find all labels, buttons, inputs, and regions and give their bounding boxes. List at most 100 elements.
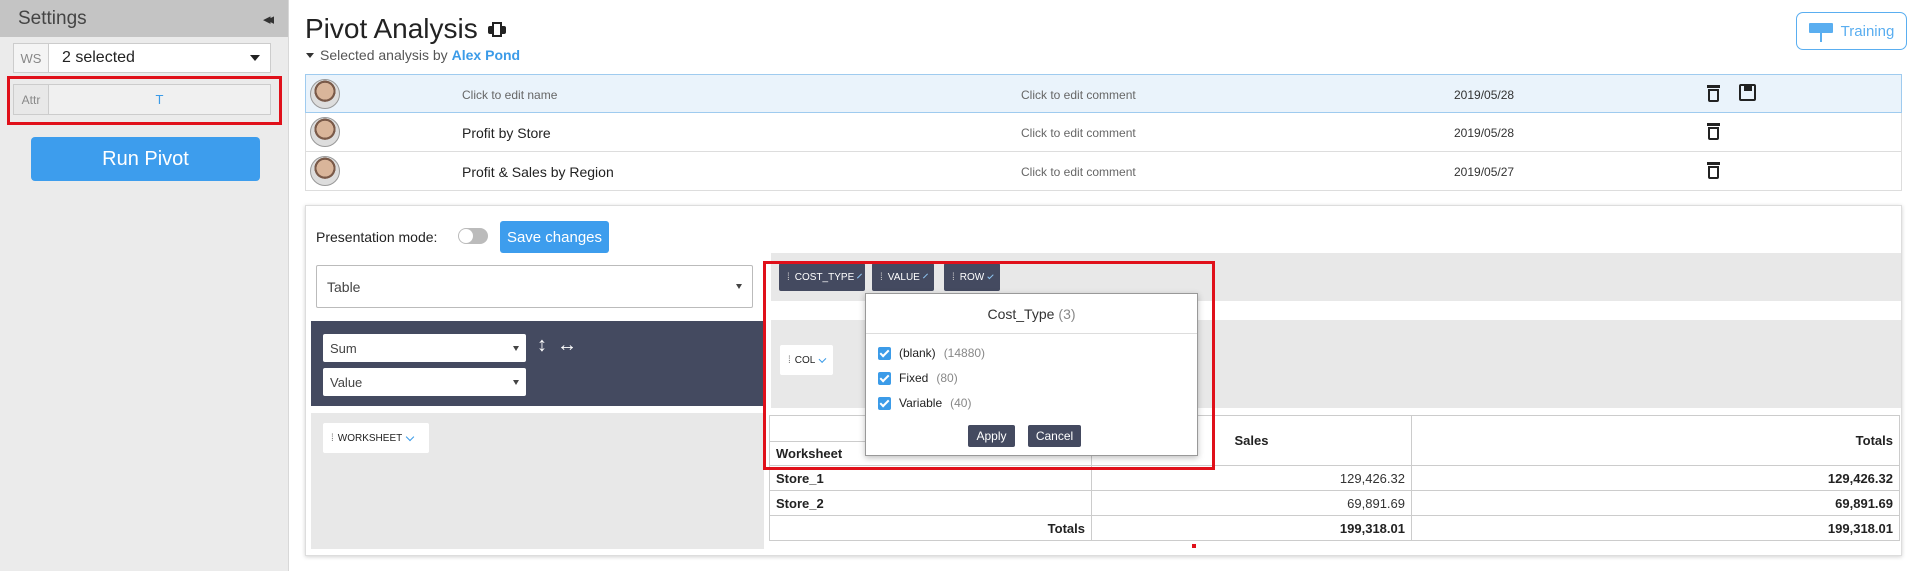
analysis-name[interactable]: Click to edit name <box>462 88 557 102</box>
aggregator-field-value: Value <box>330 374 363 390</box>
apply-button[interactable]: Apply <box>968 425 1015 447</box>
analysis-row[interactable]: Profit & Sales by Region Click to edit c… <box>305 152 1902 191</box>
checkbox-checked-icon[interactable] <box>878 346 891 360</box>
drag-handle-icon[interactable]: ⁞ <box>331 433 334 444</box>
row-sort-icon[interactable]: ↕ <box>537 334 547 357</box>
analysis-date: 2019/05/28 <box>1454 126 1515 140</box>
aggregator-field-select[interactable]: Value <box>323 368 526 396</box>
totals-value: 199,318.01 <box>1091 515 1412 541</box>
field-pill-row[interactable]: ⁞ ROW <box>944 263 1000 291</box>
trash-icon[interactable] <box>1707 123 1720 140</box>
drag-handle-icon[interactable]: ⁞ <box>788 355 791 366</box>
cancel-button[interactable]: Cancel <box>1028 425 1081 447</box>
page-title-text: Pivot Analysis <box>305 13 478 44</box>
cell-value: 129,426.32 <box>1091 465 1412 491</box>
easel-icon <box>1808 20 1833 42</box>
trash-icon[interactable] <box>1707 85 1720 102</box>
row-total: 69,891.69 <box>1411 490 1900 516</box>
analysis-subtitle[interactable]: Selected analysis by Alex Pond <box>306 47 520 63</box>
row-fields-area: ⁞ WORKSHEET <box>311 413 764 549</box>
table-totals-row: Totals 199,318.01 199,318.01 <box>769 515 1900 541</box>
filter-option-count: (80) <box>936 371 958 385</box>
analysis-row[interactable]: Profit by Store Click to edit comment 20… <box>305 113 1902 152</box>
col-sort-icon[interactable]: ↔ <box>557 334 577 357</box>
aggregator-value: Sum <box>330 340 357 356</box>
save-icon[interactable] <box>1739 84 1756 101</box>
avatar <box>310 156 340 186</box>
run-pivot-button[interactable]: Run Pivot <box>31 137 260 181</box>
collapse-icon[interactable]: ◂◂ <box>263 10 274 28</box>
analysis-comment[interactable]: Click to edit comment <box>1021 126 1136 140</box>
author-name: Alex Pond <box>451 47 521 63</box>
analysis-comment[interactable]: Click to edit comment <box>1021 165 1136 179</box>
filter-option-label: (blank) <box>899 346 936 360</box>
cell-value: 69,891.69 <box>1091 490 1412 516</box>
aggregator-select[interactable]: Sum <box>323 334 526 362</box>
field-pill-label: COST_TYPE <box>794 271 855 283</box>
field-pill-cost-type[interactable]: ⁞ COST_TYPE <box>779 263 865 291</box>
checkbox-checked-icon[interactable] <box>878 396 891 410</box>
chevron-down-icon <box>513 379 519 385</box>
caret-down-icon <box>306 52 314 58</box>
field-pill-value[interactable]: ⁞ VALUE <box>872 263 934 291</box>
analysis-list: Click to edit name Click to edit comment… <box>305 74 1902 191</box>
checkbox-checked-icon[interactable] <box>878 371 891 385</box>
analysis-date: 2019/05/28 <box>1454 88 1515 102</box>
worksheet-select-value: 2 selected <box>62 49 135 66</box>
worksheet-select[interactable]: 2 selected <box>49 44 270 72</box>
row-label: Store_1 <box>769 465 1092 491</box>
presentation-mode-toggle[interactable] <box>458 228 488 244</box>
filter-option-label: Variable <box>899 396 943 410</box>
popup-title-count: (3) <box>1058 305 1076 322</box>
chevron-down-icon[interactable] <box>857 273 863 278</box>
highlight-mark <box>1192 544 1196 548</box>
row-total: 129,426.32 <box>1411 465 1900 491</box>
attribute-highlight-box <box>7 76 282 125</box>
training-button[interactable]: Training <box>1796 12 1907 50</box>
filter-option[interactable]: (blank) (14880) <box>878 346 985 360</box>
subtitle-prefix: Selected analysis by <box>320 47 448 63</box>
drag-handle-icon[interactable]: ⁞ <box>952 272 955 283</box>
trash-icon[interactable] <box>1707 162 1720 179</box>
renderer-select[interactable]: Table <box>316 265 753 308</box>
col-header-totals: Totals <box>1411 415 1900 466</box>
chevron-down-icon <box>250 55 260 61</box>
sidebar-header: Settings ◂◂ <box>0 0 288 37</box>
analysis-comment[interactable]: Click to edit comment <box>1021 88 1136 102</box>
field-pill-label: WORKSHEET <box>337 432 403 444</box>
analysis-date: 2019/05/27 <box>1454 165 1515 179</box>
filter-option-count: (14880) <box>943 346 986 360</box>
filter-option[interactable]: Fixed (80) <box>878 371 958 385</box>
grand-total: 199,318.01 <box>1411 515 1900 541</box>
drag-handle-icon[interactable]: ⁞ <box>880 272 883 283</box>
avatar <box>310 79 340 109</box>
save-changes-button[interactable]: Save changes <box>500 221 609 253</box>
analysis-name[interactable]: Profit & Sales by Region <box>462 164 614 180</box>
filter-popup: Cost_Type (3) (blank) (14880) Fixed (80)… <box>865 293 1198 456</box>
page-title: Pivot Analysis <box>305 13 506 45</box>
presentation-mode-label: Presentation mode: <box>316 229 438 245</box>
chevron-down-icon[interactable] <box>922 272 928 279</box>
analysis-row[interactable]: Click to edit name Click to edit comment… <box>305 74 1902 113</box>
field-pill-worksheet[interactable]: ⁞ WORKSHEET <box>323 423 429 453</box>
print-icon[interactable] <box>487 21 506 37</box>
drag-handle-icon[interactable]: ⁞ <box>787 272 790 283</box>
worksheet-selector[interactable]: WS 2 selected <box>13 43 271 73</box>
field-pill-label: ROW <box>959 271 985 283</box>
chevron-down-icon[interactable] <box>818 354 827 363</box>
analysis-name[interactable]: Profit by Store <box>462 125 551 141</box>
app-root: Settings ◂◂ WS 2 selected Attr T Run Piv… <box>0 0 1918 571</box>
avatar <box>310 117 340 147</box>
chevron-down-icon[interactable] <box>405 432 415 441</box>
field-pill-label: COL <box>794 354 816 366</box>
filter-option[interactable]: Variable (40) <box>878 396 971 410</box>
chevron-down-icon[interactable] <box>987 272 994 279</box>
table-row: Store_1 129,426.32 129,426.32 <box>769 465 1900 491</box>
table-row: Store_2 69,891.69 69,891.69 <box>769 490 1900 516</box>
field-pill-col[interactable]: ⁞ COL <box>780 345 833 375</box>
filter-option-count: (40) <box>950 396 972 410</box>
filter-option-label: Fixed <box>899 371 929 385</box>
aggregator-area: Sum Value ↕ ↔ <box>311 321 764 406</box>
field-pill-label: VALUE <box>887 271 920 283</box>
renderer-value: Table <box>327 278 361 295</box>
